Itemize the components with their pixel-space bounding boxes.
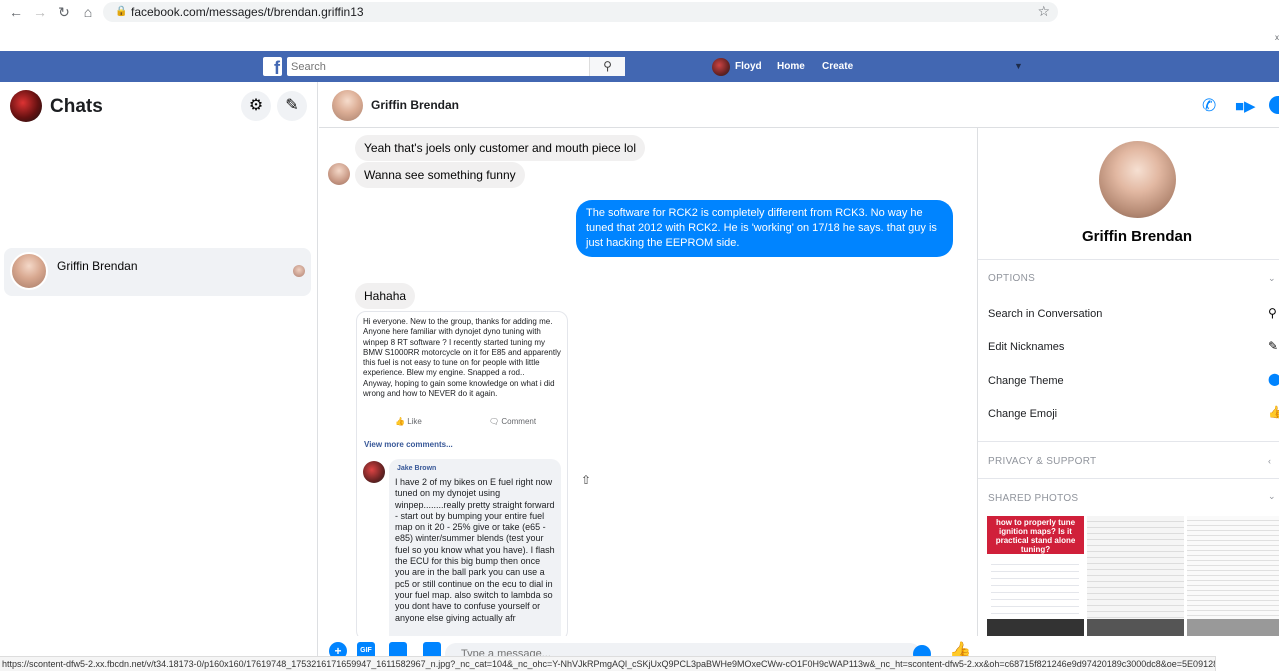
option-change-theme[interactable]: Change Theme [988, 375, 1064, 387]
chevron-down-icon[interactable]: ⌄ [1268, 273, 1276, 284]
comment-text: I have 2 of my bikes on E fuel right now… [395, 477, 555, 623]
screenshot-like-label: 👍 Like [395, 417, 422, 426]
view-more-comments: View more comments... [364, 440, 453, 449]
message-bubble-incoming[interactable]: Yeah that's joels only customer and mout… [355, 135, 646, 161]
profile-link[interactable]: Floyd [735, 61, 762, 72]
comment-text: Comment [501, 417, 537, 426]
facebook-top-bar: f ⚲ Floyd Home Create ▼ [0, 51, 1279, 82]
conversation-list-item[interactable]: Griffin Brendan [4, 248, 311, 296]
message-bubble-incoming[interactable]: Hahaha [355, 283, 416, 309]
reload-icon[interactable]: ↻ [56, 4, 72, 20]
create-link[interactable]: Create [822, 61, 853, 72]
avatar[interactable] [712, 58, 730, 76]
shared-screenshot-image[interactable]: Hi everyone. New to the group, thanks fo… [356, 311, 568, 636]
link-status-bar: https://scontent-dfw5-2.xx.fbcdn.net/v/t… [0, 656, 1216, 671]
share-icon[interactable]: ⇧ [578, 473, 594, 489]
search-icon[interactable]: ⚲ [589, 57, 625, 76]
screenshot-post-actions: 👍 Like 🗨 Comment [357, 414, 567, 434]
gear-icon[interactable]: ⚙ [241, 91, 271, 121]
avatar [363, 461, 385, 483]
message-list: Yeah that's joels only customer and mout… [319, 128, 977, 636]
browser-toolbar: ← → ↻ ⌂ 🔒 facebook.com/messages/t/brenda… [0, 0, 1279, 50]
shared-photo-content [1187, 619, 1279, 636]
chevron-down-icon[interactable]: ▼ [1014, 61, 1023, 71]
shared-photo-thumbnail[interactable]: how to properly tune ignition maps? Is i… [987, 516, 1084, 636]
conversation-header: Griffin Brendan ✆ ■▶ [319, 82, 1279, 128]
home-icon[interactable]: ⌂ [80, 4, 96, 20]
bookmark-star-icon[interactable]: ☆ [1037, 3, 1050, 20]
privacy-heading[interactable]: PRIVACY & SUPPORT [988, 456, 1096, 467]
back-arrow-icon[interactable]: ← [8, 4, 24, 20]
phone-icon[interactable]: ✆ [1202, 96, 1216, 116]
screenshot-post-text: Hi everyone. New to the group, thanks fo… [363, 317, 561, 399]
search-icon[interactable]: ⚲ [1268, 306, 1277, 320]
shared-photo-thumbnail[interactable] [1087, 516, 1184, 636]
shared-photos-heading[interactable]: SHARED PHOTOS [988, 493, 1078, 504]
options-heading[interactable]: OPTIONS [988, 273, 1035, 284]
contact-name[interactable]: Griffin Brendan [371, 98, 459, 112]
facebook-logo-icon[interactable]: f [263, 57, 282, 78]
divider [978, 478, 1279, 479]
commenter-name: Jake Brown [397, 465, 437, 472]
close-icon[interactable]: x [1275, 33, 1279, 42]
shared-photo-content [991, 558, 1079, 616]
shared-photo-content [987, 619, 1084, 636]
forward-arrow-icon[interactable]: → [32, 4, 48, 20]
chats-sidebar: Chats ⚙ ✎ Griffin Brendan [0, 82, 318, 671]
avatar[interactable] [332, 90, 363, 121]
message-bubble-outgoing[interactable]: The software for RCK2 is completely diff… [576, 200, 953, 257]
divider [978, 441, 1279, 442]
avatar [10, 252, 48, 290]
shared-photo-caption: how to properly tune ignition maps? Is i… [987, 516, 1084, 554]
avatar[interactable] [10, 90, 42, 122]
seen-avatar-icon [293, 265, 305, 277]
like-text: Like [407, 417, 422, 426]
option-search-in-conversation[interactable]: Search in Conversation [988, 308, 1102, 320]
divider [978, 259, 1279, 260]
conversation-name: Griffin Brendan [57, 259, 138, 273]
lock-icon: 🔒 [115, 6, 128, 17]
message-bubble-incoming[interactable]: Wanna see something funny [355, 162, 525, 188]
option-change-emoji[interactable]: Change Emoji [988, 408, 1057, 420]
chevron-down-icon[interactable]: ⌄ [1268, 491, 1276, 502]
option-edit-nicknames[interactable]: Edit Nicknames [988, 341, 1064, 353]
screenshot-comment: Jake Brown I have 2 of my bikes on E fue… [389, 459, 561, 636]
avatar [328, 163, 350, 185]
chevron-left-icon[interactable]: ‹ [1268, 456, 1271, 466]
search-box[interactable]: ⚲ [287, 57, 625, 76]
shared-photo-content [1087, 619, 1184, 636]
new-message-icon[interactable]: ✎ [277, 91, 307, 121]
url-text: facebook.com/messages/t/brendan.griffin1… [131, 5, 364, 19]
theme-icon[interactable]: ⬤ [1268, 372, 1279, 386]
contact-name: Griffin Brendan [1082, 228, 1193, 245]
video-camera-icon[interactable]: ■▶ [1235, 97, 1256, 115]
page-title: Chats [50, 96, 103, 117]
shared-photo-thumbnail[interactable] [1187, 516, 1279, 636]
screenshot-comment-label: 🗨 Comment [489, 417, 537, 426]
search-input[interactable] [287, 58, 587, 76]
address-bar[interactable]: 🔒 facebook.com/messages/t/brendan.griffi… [103, 2, 1058, 22]
info-icon[interactable] [1269, 96, 1279, 114]
thumbs-up-icon[interactable]: 👍 [1268, 405, 1279, 419]
conversation-info-panel: Griffin Brendan OPTIONS ⌄ Search in Conv… [977, 128, 1279, 636]
home-link[interactable]: Home [777, 61, 805, 72]
pencil-icon[interactable]: ✎ [1268, 339, 1278, 353]
avatar[interactable] [1099, 141, 1176, 218]
